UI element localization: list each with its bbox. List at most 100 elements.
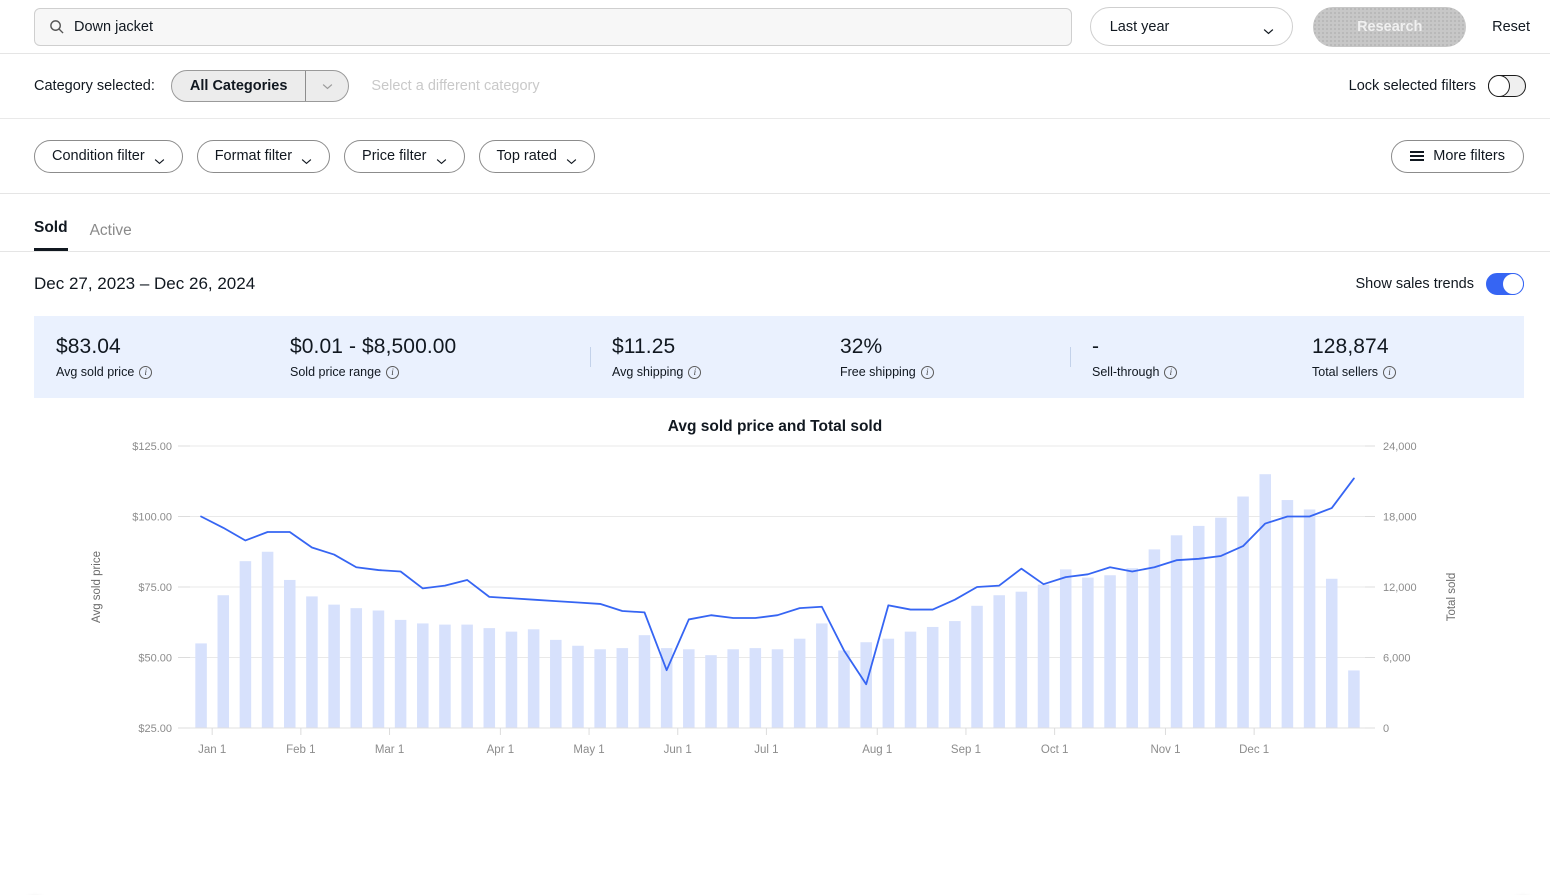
chart-bar[interactable]	[816, 623, 828, 728]
stat-label: Sold price range i	[290, 365, 590, 379]
chart-bar[interactable]	[484, 628, 496, 728]
chart-bar[interactable]	[461, 625, 473, 728]
reset-button[interactable]: Reset	[1492, 19, 1530, 35]
chart-bar[interactable]	[351, 608, 363, 728]
sales-trends-toggle[interactable]	[1486, 273, 1524, 295]
chart-bar[interactable]	[1193, 526, 1205, 728]
x-axis-tick-label: May 1	[573, 744, 604, 756]
chart-bar[interactable]	[1082, 578, 1094, 728]
search-input[interactable]	[74, 19, 1057, 35]
chart-bar[interactable]	[971, 606, 983, 728]
chart-bar[interactable]	[1348, 670, 1360, 728]
chart-bar[interactable]	[727, 649, 739, 728]
date-range-value: Last year	[1110, 19, 1170, 35]
chart-bar[interactable]	[594, 649, 606, 728]
chart-bar[interactable]	[993, 595, 1005, 728]
y2-axis-tick-label: 24,000	[1383, 441, 1417, 453]
search-toolbar: Last year Research Reset	[0, 0, 1550, 54]
chart-bar[interactable]	[1149, 549, 1161, 728]
format-filter-button[interactable]: Format filter	[197, 140, 330, 173]
top-rated-filter-button[interactable]: Top rated	[479, 140, 595, 173]
y2-axis-tick-label: 12,000	[1383, 582, 1417, 594]
date-range-text: Dec 27, 2023 – Dec 26, 2024	[34, 274, 255, 294]
chart-bar[interactable]	[1215, 518, 1227, 728]
info-icon[interactable]: i	[688, 366, 701, 379]
chart-bar[interactable]	[195, 643, 207, 728]
chart-bar[interactable]	[528, 629, 540, 728]
y2-axis-tick-label: 0	[1383, 723, 1389, 735]
stat-label-text: Free shipping	[840, 365, 916, 379]
chart-bar[interactable]	[794, 639, 806, 728]
chart-bar[interactable]	[617, 648, 629, 728]
chart-bar[interactable]	[572, 646, 584, 728]
stat-value: 128,874	[1312, 335, 1396, 359]
chevron-down-icon	[566, 153, 577, 160]
x-axis-tick-label: Oct 1	[1041, 744, 1068, 756]
stat-label: Total sellers i	[1312, 365, 1396, 379]
price-filter-button[interactable]: Price filter	[344, 140, 464, 173]
category-row: Category selected: All Categories Select…	[0, 54, 1550, 119]
y-axis-tick-label: $50.00	[138, 653, 172, 665]
chart-bar[interactable]	[1126, 568, 1138, 728]
chart-title: Avg sold price and Total sold	[0, 398, 1550, 436]
chart-bar[interactable]	[306, 596, 318, 728]
chart-bar[interactable]	[240, 561, 252, 728]
top-rated-filter-label: Top rated	[497, 148, 557, 164]
lock-filters-label: Lock selected filters	[1349, 78, 1476, 94]
chart-bar[interactable]	[284, 580, 296, 728]
filter-pill-row: Condition filter Format filter Price fil…	[0, 119, 1550, 193]
chart-bar[interactable]	[905, 632, 917, 728]
tab-active[interactable]: Active	[90, 222, 132, 251]
select-different-category-link[interactable]: Select a different category	[371, 78, 539, 94]
info-icon[interactable]: i	[1383, 366, 1396, 379]
chart-bar[interactable]	[395, 620, 407, 728]
chart-bar[interactable]	[683, 649, 695, 728]
date-range-select[interactable]: Last year	[1090, 7, 1294, 46]
chart-bar[interactable]	[217, 595, 229, 728]
chart-bar[interactable]	[949, 621, 961, 728]
chart-bar[interactable]	[1326, 579, 1338, 728]
chart-bar[interactable]	[639, 635, 651, 728]
sales-chart[interactable]: $25.00$50.00$75.00$100.00$125.0006,00012…	[0, 436, 1550, 781]
tab-sold[interactable]: Sold	[34, 219, 68, 251]
chart-bar[interactable]	[373, 611, 385, 729]
stat-sold-price-range: $0.01 - $8,500.00 Sold price range i	[268, 335, 590, 379]
more-filters-button[interactable]: More filters	[1391, 140, 1524, 173]
stat-total-sellers: 128,874 Total sellers i	[1290, 335, 1396, 379]
chart-bar[interactable]	[772, 649, 784, 728]
chart-bar[interactable]	[1060, 569, 1072, 728]
chart-bar[interactable]	[328, 605, 340, 728]
chart-bar[interactable]	[927, 627, 939, 728]
chevron-down-icon[interactable]	[306, 71, 348, 101]
category-split-button[interactable]: All Categories	[171, 70, 350, 102]
info-icon[interactable]: i	[139, 366, 152, 379]
chart-bar[interactable]	[417, 623, 429, 728]
chart-bar[interactable]	[750, 648, 762, 728]
chart-bar[interactable]	[1237, 497, 1249, 728]
category-selected-label[interactable]: All Categories	[172, 71, 307, 101]
chart-bar[interactable]	[262, 552, 274, 728]
research-button[interactable]: Research	[1313, 7, 1466, 47]
info-icon[interactable]: i	[1164, 366, 1177, 379]
x-axis-tick-label: Dec 1	[1239, 744, 1269, 756]
chart-bar[interactable]	[705, 655, 717, 728]
search-input-wrapper[interactable]	[34, 8, 1072, 46]
chart-bar[interactable]	[1259, 474, 1271, 728]
chart-bar[interactable]	[1171, 535, 1183, 728]
info-icon[interactable]: i	[921, 366, 934, 379]
filters-panel: Category selected: All Categories Select…	[0, 54, 1550, 194]
chart-bar[interactable]	[1038, 585, 1050, 728]
y-axis-tick-label: $75.00	[138, 582, 172, 594]
chart-bar[interactable]	[838, 650, 850, 728]
chart-bar[interactable]	[550, 640, 562, 728]
chart-bar[interactable]	[1104, 575, 1116, 728]
info-icon[interactable]: i	[386, 366, 399, 379]
chart-bar[interactable]	[1016, 592, 1028, 728]
chart-bar[interactable]	[883, 639, 895, 728]
chart-bar[interactable]	[1282, 500, 1294, 728]
condition-filter-button[interactable]: Condition filter	[34, 140, 183, 173]
chart-bar[interactable]	[439, 625, 451, 728]
chart-bar[interactable]	[1304, 509, 1316, 728]
lock-filters-toggle[interactable]	[1488, 75, 1526, 97]
chart-bar[interactable]	[506, 632, 518, 728]
